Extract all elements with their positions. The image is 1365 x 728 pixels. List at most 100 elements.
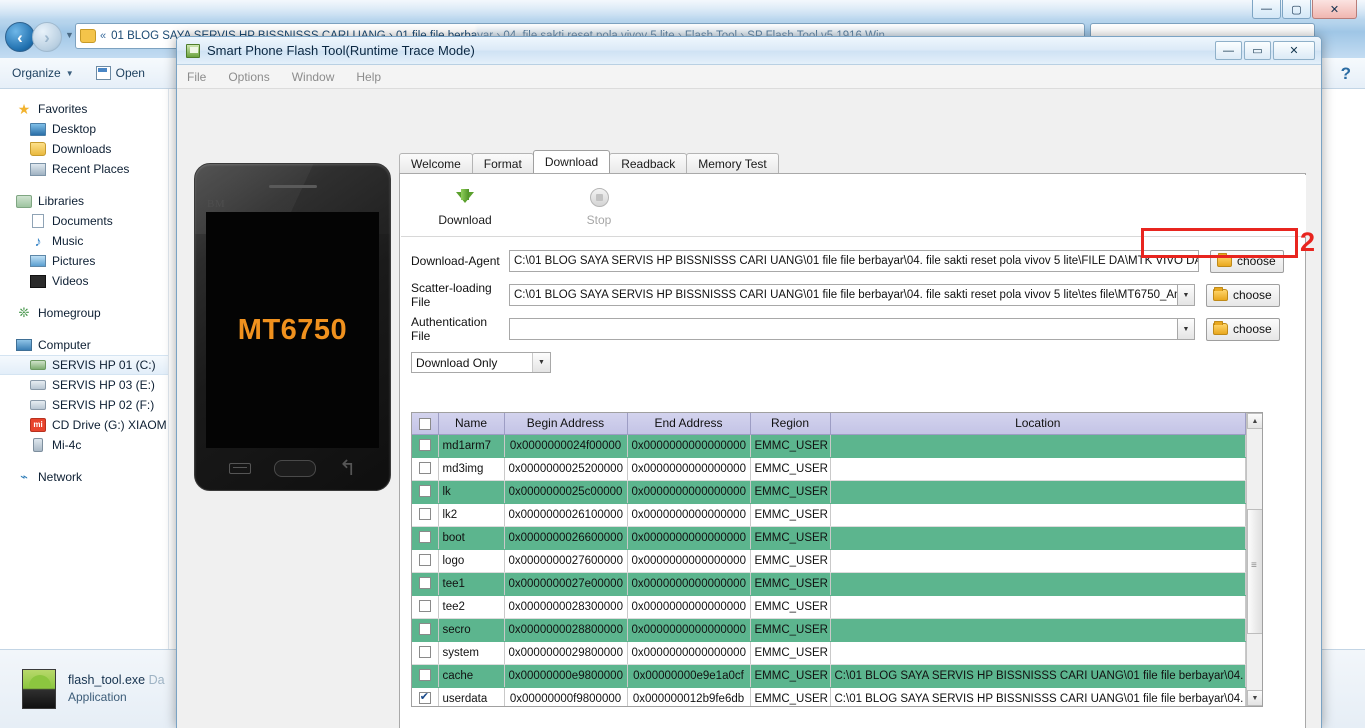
sidebar-item-servis-hp-01-c[interactable]: SERVIS HP 01 (C:) xyxy=(0,355,168,375)
sidebar-item-documents[interactable]: Documents xyxy=(0,211,168,231)
menu-item-help[interactable]: Help xyxy=(356,70,381,84)
recent-pages-dropdown-icon[interactable]: ▼ xyxy=(65,30,74,40)
table-row[interactable]: lk 0x0000000025c00000 0x0000000000000000… xyxy=(412,480,1246,504)
row-checkbox-cell[interactable] xyxy=(412,549,439,573)
sidebar-item-favorites[interactable]: ★ Favorites xyxy=(0,99,168,119)
row-checkbox[interactable] xyxy=(418,690,431,705)
flashtool-window-controls[interactable]: — ▭ ✕ xyxy=(1215,41,1321,60)
menu-item-options[interactable]: Options xyxy=(228,70,269,84)
row-checkbox[interactable] xyxy=(418,485,431,498)
row-checkbox-cell[interactable] xyxy=(412,480,439,504)
row-checkbox[interactable] xyxy=(418,508,431,521)
flashtool-close-button[interactable]: ✕ xyxy=(1273,41,1315,60)
sidebar-item-music[interactable]: ♪ Music xyxy=(0,231,168,251)
table-row[interactable]: userdata 0x00000000f9800000 0x000000012b… xyxy=(412,687,1246,706)
partition-table-scrollbar[interactable]: ▲ ▼ xyxy=(1246,413,1262,706)
tab-format[interactable]: Format xyxy=(471,153,534,173)
scatter-loading-file-input[interactable]: C:\01 BLOG SAYA SERVIS HP BISSNISSS CARI… xyxy=(509,284,1177,306)
table-row[interactable]: logo 0x0000000027600000 0x00000000000000… xyxy=(412,549,1246,573)
row-checkbox-cell[interactable] xyxy=(412,526,439,550)
table-row[interactable]: secro 0x0000000028800000 0x0000000000000… xyxy=(412,618,1246,642)
table-row[interactable]: boot 0x0000000026600000 0x00000000000000… xyxy=(412,526,1246,550)
sidebar-item-homegroup[interactable]: ❊ Homegroup xyxy=(0,303,168,323)
scrollbar-thumb[interactable] xyxy=(1247,509,1262,634)
chevron-down-icon[interactable]: ▼ xyxy=(532,353,550,372)
explorer-maximize-button[interactable]: ▢ xyxy=(1282,0,1311,19)
row-checkbox-cell[interactable] xyxy=(412,687,439,706)
tab-memory-test[interactable]: Memory Test xyxy=(686,153,779,173)
row-checkbox-cell[interactable] xyxy=(412,503,439,527)
sidebar-item-network[interactable]: ⌁ Network xyxy=(0,467,168,487)
column-header-name[interactable]: Name xyxy=(438,413,505,435)
row-checkbox[interactable] xyxy=(418,439,431,452)
menu-item-window[interactable]: Window xyxy=(292,70,335,84)
download-agent-choose-button[interactable]: choose xyxy=(1210,249,1284,273)
column-header-end-address[interactable]: End Address xyxy=(627,413,751,435)
back-button[interactable]: ‹ xyxy=(5,22,35,52)
table-row[interactable]: lk2 0x0000000026100000 0x000000000000000… xyxy=(412,503,1246,527)
sidebar-item-servis-hp-02-f[interactable]: SERVIS HP 02 (F:) xyxy=(0,395,168,415)
row-checkbox[interactable] xyxy=(418,577,431,590)
scroll-down-arrow-icon[interactable]: ▼ xyxy=(1247,690,1262,706)
scroll-up-arrow-icon[interactable]: ▲ xyxy=(1247,413,1262,429)
select-all-checkbox[interactable] xyxy=(418,418,431,431)
row-checkbox[interactable] xyxy=(418,600,431,613)
sidebar-item-pictures[interactable]: Pictures xyxy=(0,251,168,271)
row-checkbox-cell[interactable] xyxy=(412,434,439,458)
authentication-file-choose-button[interactable]: choose xyxy=(1206,317,1280,341)
column-header-region[interactable]: Region xyxy=(750,413,831,435)
sidebar-item-libraries[interactable]: Libraries xyxy=(0,191,168,211)
row-checkbox-cell[interactable] xyxy=(412,595,439,619)
sidebar-item-mi-4c[interactable]: Mi-4c xyxy=(0,435,168,455)
stop-button[interactable]: Stop xyxy=(563,185,635,227)
row-checkbox-cell[interactable] xyxy=(412,572,439,596)
organize-button[interactable]: Organize ▼ xyxy=(12,66,74,80)
table-row[interactable]: md3img 0x0000000025200000 0x000000000000… xyxy=(412,457,1246,481)
sidebar-item-desktop[interactable]: Desktop xyxy=(0,119,168,139)
sidebar-item-servis-hp-03-e[interactable]: SERVIS HP 03 (E:) xyxy=(0,375,168,395)
forward-button[interactable]: › xyxy=(32,22,62,52)
explorer-close-button[interactable]: ✕ xyxy=(1312,0,1357,19)
column-header-location[interactable]: Location xyxy=(830,413,1246,435)
authentication-file-input[interactable] xyxy=(509,318,1177,340)
row-checkbox-cell[interactable] xyxy=(412,618,439,642)
row-checkbox-cell[interactable] xyxy=(412,641,439,665)
row-checkbox-cell[interactable] xyxy=(412,664,439,688)
tab-readback[interactable]: Readback xyxy=(609,153,688,173)
scatter-loading-file-dropdown-icon[interactable]: ▼ xyxy=(1177,284,1195,306)
sidebar-item-recent-places[interactable]: Recent Places xyxy=(0,159,168,179)
scatter-loading-file-choose-button[interactable]: choose xyxy=(1206,283,1280,307)
tab-download[interactable]: Download xyxy=(532,150,611,173)
select-all-header[interactable] xyxy=(412,413,439,435)
sidebar-item-computer[interactable]: Computer xyxy=(0,335,168,355)
row-checkbox-cell[interactable] xyxy=(412,457,439,481)
download-agent-input[interactable]: C:\01 BLOG SAYA SERVIS HP BISSNISSS CARI… xyxy=(509,250,1199,272)
sidebar-item-videos[interactable]: Videos xyxy=(0,271,168,291)
column-header-begin-address[interactable]: Begin Address xyxy=(504,413,628,435)
sidebar-item-cd-drive-g[interactable]: mi CD Drive (G:) XIAOM xyxy=(0,415,168,435)
table-row[interactable]: md1arm7 0x0000000024f00000 0x00000000000… xyxy=(412,434,1246,458)
flashtool-maximize-button[interactable]: ▭ xyxy=(1244,41,1271,60)
table-row[interactable]: cache 0x00000000e9800000 0x00000000e9e1a… xyxy=(412,664,1246,688)
tab-welcome[interactable]: Welcome xyxy=(399,153,473,173)
help-icon[interactable]: ? xyxy=(1341,64,1351,84)
row-checkbox[interactable] xyxy=(418,669,431,682)
table-row[interactable]: system 0x0000000029800000 0x000000000000… xyxy=(412,641,1246,665)
explorer-minimize-button[interactable]: — xyxy=(1252,0,1281,19)
table-row[interactable]: tee1 0x0000000027e00000 0x00000000000000… xyxy=(412,572,1246,596)
row-checkbox[interactable] xyxy=(418,531,431,544)
flashtool-minimize-button[interactable]: — xyxy=(1215,41,1242,60)
row-checkbox[interactable] xyxy=(418,646,431,659)
download-mode-select[interactable]: Download Only ▼ xyxy=(411,352,551,373)
download-button[interactable]: Download xyxy=(429,185,501,227)
table-row[interactable]: tee2 0x0000000028300000 0x00000000000000… xyxy=(412,595,1246,619)
menu-item-file[interactable]: File xyxy=(187,70,206,84)
sidebar-item-downloads[interactable]: Downloads xyxy=(0,139,168,159)
authentication-file-dropdown-icon[interactable]: ▼ xyxy=(1177,318,1195,340)
explorer-window-controls[interactable]: — ▢ ✕ xyxy=(1252,0,1357,19)
open-button[interactable]: Open xyxy=(95,66,145,80)
row-checkbox[interactable] xyxy=(418,623,431,636)
row-checkbox[interactable] xyxy=(418,462,431,475)
row-checkbox[interactable] xyxy=(418,554,431,567)
breadcrumb-overflow-icon[interactable]: « xyxy=(100,30,106,42)
